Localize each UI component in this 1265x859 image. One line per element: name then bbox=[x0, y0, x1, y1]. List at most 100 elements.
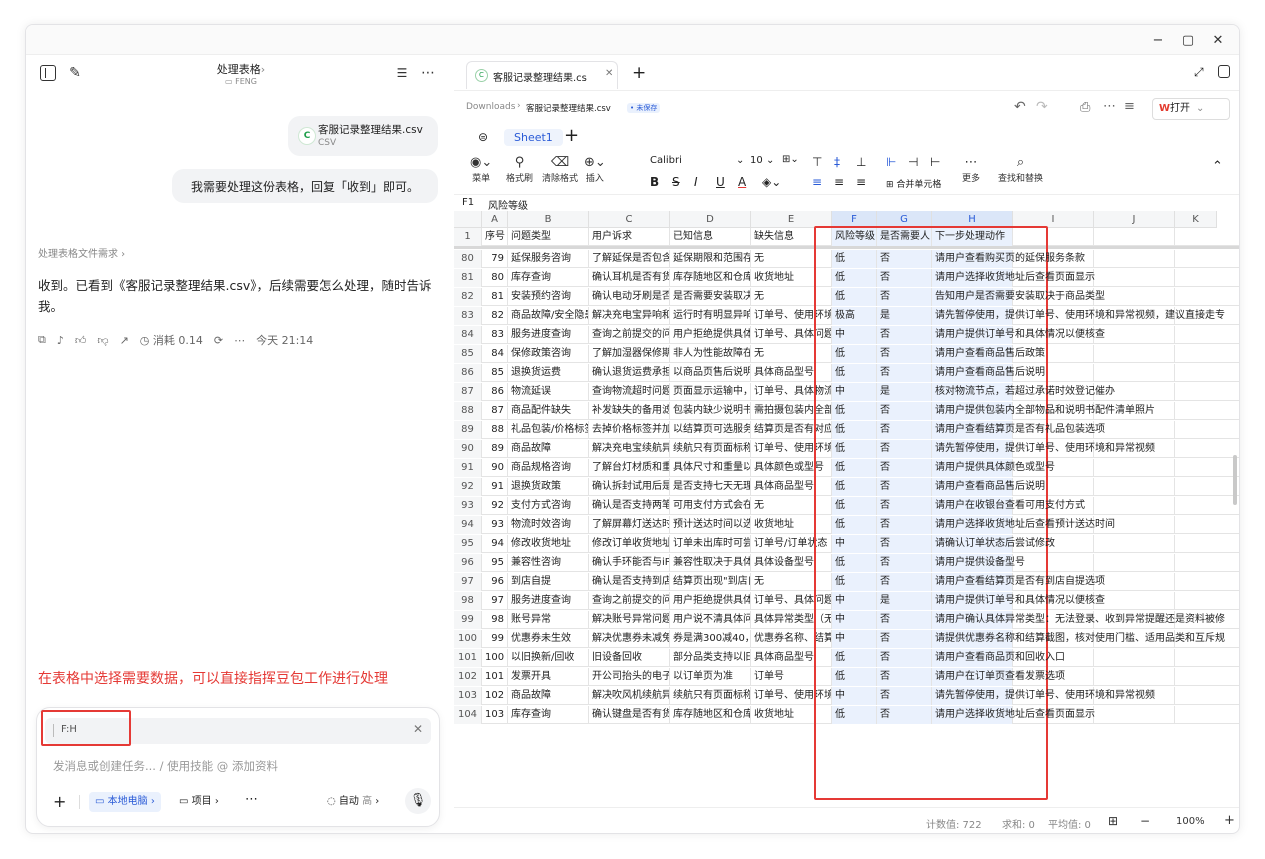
message-input[interactable]: 发消息或创建任务... / 使用技能 @ 添加资料 bbox=[53, 758, 278, 774]
table-cell[interactable] bbox=[1094, 535, 1175, 553]
table-cell[interactable]: 收货地址 bbox=[751, 706, 832, 724]
document-tab[interactable]: C 客服记录整理结果.cs ✕ bbox=[466, 61, 618, 89]
table-cell[interactable]: 89 bbox=[482, 440, 508, 458]
table-cell[interactable]: 无 bbox=[751, 250, 832, 268]
table-cell[interactable]: 低 bbox=[832, 478, 877, 496]
table-cell[interactable]: 84 bbox=[482, 345, 508, 363]
table-cell[interactable]: 请用户查看商品页和回收入口 bbox=[932, 649, 1065, 667]
wrap-icon[interactable]: ⊩ bbox=[886, 155, 896, 169]
table-cell[interactable]: 兼容性取决于具体 bbox=[670, 554, 751, 572]
close-window-button[interactable]: ✕ bbox=[1206, 31, 1230, 49]
table-cell[interactable]: 95 bbox=[482, 554, 508, 572]
table-cell[interactable]: 库存查询 bbox=[508, 706, 589, 724]
table-cell[interactable]: 请用户提供订单号和具体情况以便核查 bbox=[932, 326, 1105, 344]
table-cell[interactable]: 具体设备型号 bbox=[751, 554, 832, 572]
table-cell[interactable] bbox=[1094, 573, 1175, 591]
table-cell[interactable]: 订单号 bbox=[751, 668, 832, 686]
table-cell[interactable]: 告知用户是否需要安装取决于商品类型 bbox=[932, 288, 1105, 306]
table-cell[interactable]: 开公司抬头的电子 bbox=[589, 668, 670, 686]
bold-button[interactable]: B bbox=[650, 175, 659, 189]
zoom-out-button[interactable]: − bbox=[1140, 814, 1150, 828]
table-cell[interactable]: 确认是否支持两笔 bbox=[589, 497, 670, 515]
row-number[interactable]: 81 bbox=[454, 269, 482, 287]
table-cell[interactable]: 以结算页可选服务 bbox=[670, 421, 751, 439]
table-cell[interactable]: 商品故障 bbox=[508, 440, 589, 458]
table-cell[interactable]: 99 bbox=[482, 630, 508, 648]
table-cell[interactable]: 具体商品型号 bbox=[751, 649, 832, 667]
table-cell[interactable]: 解决充电宝异响和 bbox=[589, 307, 670, 325]
breadcrumb-root[interactable]: Downloads bbox=[466, 102, 515, 112]
table-cell[interactable]: 以订单页为准 bbox=[670, 668, 751, 686]
table-cell[interactable]: 是否需要人 bbox=[877, 228, 932, 246]
table-cell[interactable]: 请先暂停使用，提供订单号、使用环境和异常视频 bbox=[932, 687, 1155, 705]
table-cell[interactable]: 请用户查看商品售后政策 bbox=[932, 345, 1045, 363]
table-cell[interactable]: 请用户提供包装内全部物品和说明书配件清单照片 bbox=[932, 402, 1155, 420]
column-header[interactable]: E bbox=[751, 211, 832, 228]
redo-icon[interactable]: ↷ bbox=[1036, 99, 1048, 115]
table-cell[interactable]: 缺失信息 bbox=[751, 228, 832, 246]
table-cell[interactable]: 非人为性能故障在 bbox=[670, 345, 751, 363]
table-cell[interactable]: 中 bbox=[832, 687, 877, 705]
chat-title[interactable]: 处理表格› bbox=[176, 61, 306, 77]
table-cell[interactable] bbox=[1094, 364, 1175, 382]
table-cell[interactable]: 查询之前提交的问 bbox=[589, 326, 670, 344]
table-cell[interactable]: 请用户查看结算页是否有到店自提选项 bbox=[932, 573, 1105, 591]
row-number[interactable]: 100 bbox=[454, 630, 482, 648]
table-cell[interactable]: 低 bbox=[832, 554, 877, 572]
row-number[interactable]: 82 bbox=[454, 288, 482, 306]
table-cell[interactable] bbox=[1094, 269, 1175, 287]
sheets-icon[interactable]: ⊜ bbox=[478, 130, 488, 144]
table-cell[interactable]: 98 bbox=[482, 611, 508, 629]
table-cell[interactable]: 是否需要安装取决 bbox=[670, 288, 751, 306]
table-cell[interactable]: 续航只有页面标称 bbox=[670, 440, 751, 458]
auto-mode-toggle[interactable]: ◌ 自动 高 › bbox=[327, 792, 379, 812]
table-cell[interactable]: 到店自提 bbox=[508, 573, 589, 591]
table-cell[interactable]: 88 bbox=[482, 421, 508, 439]
column-header[interactable]: G bbox=[877, 211, 932, 228]
table-cell[interactable]: 低 bbox=[832, 364, 877, 382]
table-cell[interactable]: 否 bbox=[877, 668, 932, 686]
table-cell[interactable]: 解决充电宝续航异 bbox=[589, 440, 670, 458]
table-cell[interactable]: 100 bbox=[482, 649, 508, 667]
table-cell[interactable]: 商品规格咨询 bbox=[508, 459, 589, 477]
table-cell[interactable]: 确认退货运费承担 bbox=[589, 364, 670, 382]
more-icon[interactable]: ⋯ bbox=[418, 65, 438, 81]
table-cell[interactable] bbox=[1094, 459, 1175, 477]
table-cell[interactable]: 了解屏幕灯送达时 bbox=[589, 516, 670, 534]
table-cell[interactable]: 低 bbox=[832, 345, 877, 363]
table-cell[interactable]: 低 bbox=[832, 250, 877, 268]
table-cell[interactable]: 延保服务咨询 bbox=[508, 250, 589, 268]
table-cell[interactable]: 103 bbox=[482, 706, 508, 724]
close-icon[interactable]: ✕ bbox=[413, 722, 423, 736]
table-cell[interactable]: 是 bbox=[877, 383, 932, 401]
align-top-icon[interactable]: ⊤ bbox=[812, 155, 822, 169]
table-cell[interactable]: 问题类型 bbox=[508, 228, 589, 246]
table-cell[interactable]: 91 bbox=[482, 478, 508, 496]
table-cell[interactable]: 低 bbox=[832, 288, 877, 306]
row-number[interactable]: 93 bbox=[454, 497, 482, 515]
column-header[interactable]: C bbox=[589, 211, 670, 228]
table-cell[interactable]: 修改订单收货地址 bbox=[589, 535, 670, 553]
table-cell[interactable]: 结算页出现"到店自 bbox=[670, 573, 751, 591]
table-cell[interactable]: 否 bbox=[877, 516, 932, 534]
table-cell[interactable]: 是否支持七天无理 bbox=[670, 478, 751, 496]
table-cell[interactable] bbox=[1094, 345, 1175, 363]
table-cell[interactable] bbox=[1013, 554, 1094, 572]
row-number[interactable]: 83 bbox=[454, 307, 482, 325]
table-cell[interactable]: 否 bbox=[877, 288, 932, 306]
row-number[interactable]: 103 bbox=[454, 687, 482, 705]
table-cell[interactable]: 具体尺寸和重量以 bbox=[670, 459, 751, 477]
row-number[interactable]: 86 bbox=[454, 364, 482, 382]
menu-icon[interactable]: ≡ bbox=[1124, 99, 1135, 114]
table-cell[interactable]: 服务进度查询 bbox=[508, 326, 589, 344]
table-cell[interactable]: 发票开具 bbox=[508, 668, 589, 686]
table-cell[interactable]: 修改收货地址 bbox=[508, 535, 589, 553]
table-cell[interactable]: 订单号/订单状态 bbox=[751, 535, 832, 553]
project-button[interactable]: ▭ 项目 › bbox=[179, 792, 219, 812]
table-cell[interactable]: 预计送达时间以选 bbox=[670, 516, 751, 534]
column-header[interactable]: D bbox=[670, 211, 751, 228]
plus-icon[interactable]: + bbox=[53, 792, 66, 811]
table-cell[interactable]: 无 bbox=[751, 288, 832, 306]
table-cell[interactable] bbox=[1094, 228, 1175, 246]
file-card[interactable]: C 客服记录整理结果.csv CSV bbox=[288, 116, 438, 156]
